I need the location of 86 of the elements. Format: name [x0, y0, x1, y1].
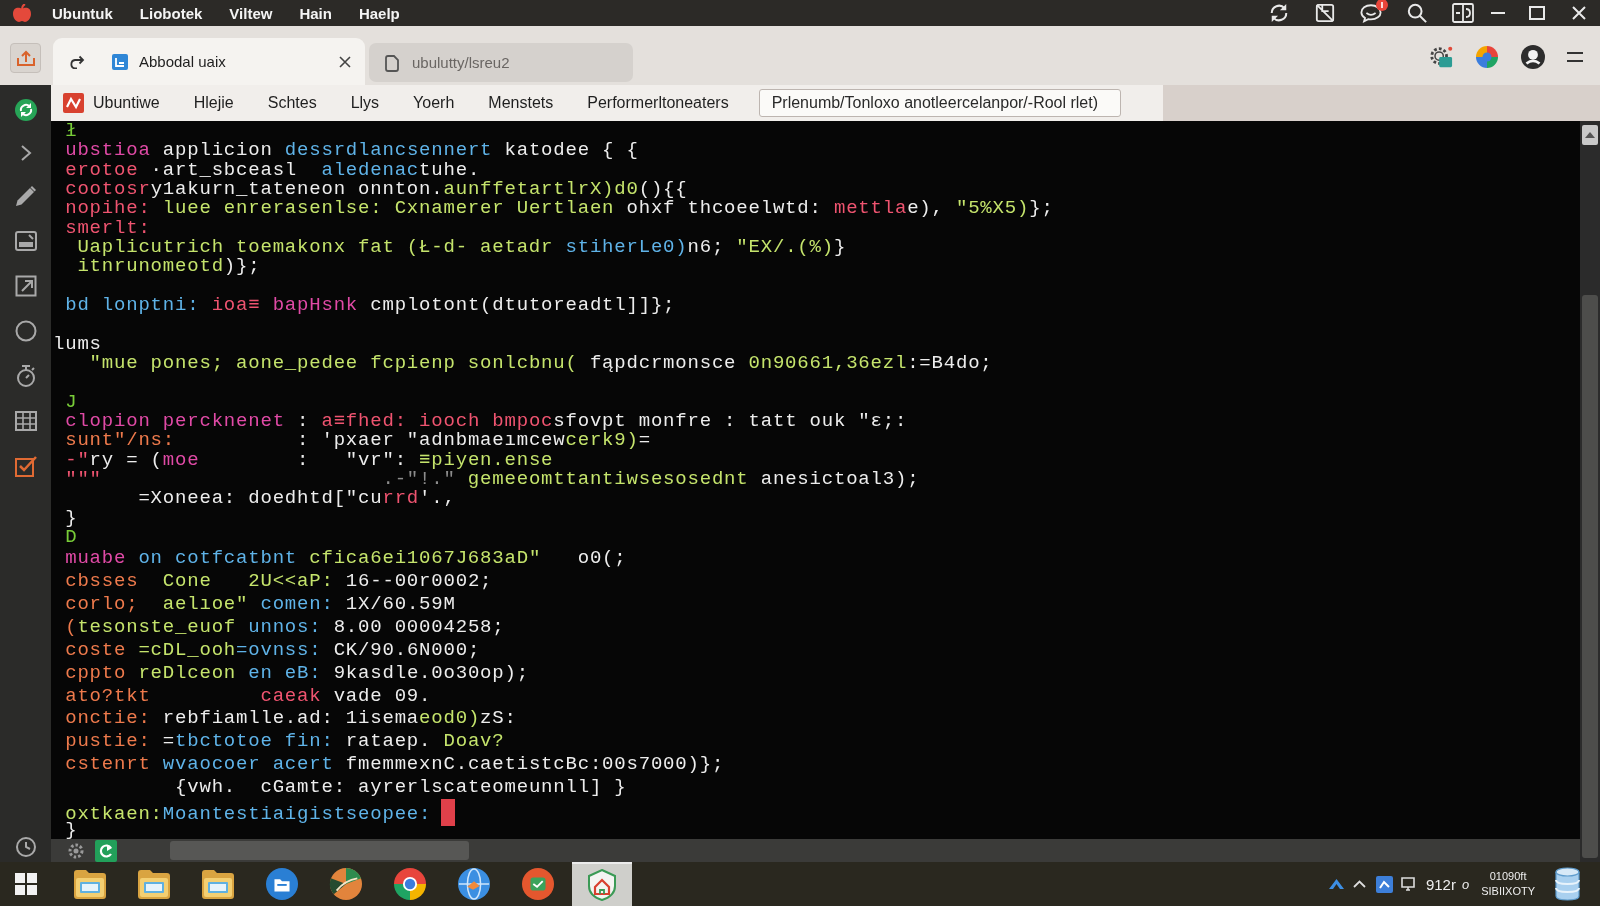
bookmark-link[interactable]: Yoerh [413, 94, 455, 112]
drive-icon[interactable] [14, 230, 37, 252]
arrow-tile-icon[interactable] [1375, 875, 1393, 893]
code-line: onctie: rebfiamlle.ad: 1isemaeod0)zS: [65, 707, 517, 730]
menu-icon[interactable] [1567, 52, 1583, 62]
code-line: cbsses Cone 2U<<aP: 16--00r0002; [65, 570, 493, 593]
bookmark-link[interactable]: Schtes [267, 94, 317, 112]
tray-button[interactable] [10, 43, 41, 73]
menu-item[interactable]: Hain [299, 4, 332, 22]
close-icon[interactable] [339, 55, 351, 68]
tile-icon [112, 53, 128, 70]
chevron-up-icon[interactable] [1352, 880, 1366, 888]
logo-tile-icon[interactable] [63, 93, 84, 113]
taskbar-app-button[interactable] [572, 862, 632, 906]
house-icon [585, 869, 619, 901]
code-line: corlo; aelıoe" comen: 1X/60.59M [65, 593, 456, 615]
maximize-icon[interactable] [1529, 6, 1545, 20]
code-line: (tesonste_euof unnos: 8.00 00004258; [65, 615, 505, 638]
bookmark-link[interactable]: Performerltoneaters [587, 94, 729, 112]
code-line: cootosry1akurn_tateneon onnton.aunffetartlrX)d0(){{ [65, 178, 688, 200]
square-disc-icon[interactable] [521, 868, 555, 900]
menu-item[interactable]: Liobotek [139, 4, 203, 22]
clock-date: SIBIIXOTY [1481, 884, 1535, 899]
window-icon[interactable] [1314, 3, 1336, 23]
code-line: itnrunomeotd)}; [77, 255, 261, 278]
upload-icon [16, 50, 35, 66]
color-wheel-icon[interactable] [393, 868, 427, 900]
scrollbar-thumb[interactable] [1582, 295, 1598, 858]
circle-icon[interactable] [14, 320, 37, 342]
code-line: cppto reDlceon en eB: 9kasdle.0o30op); [65, 661, 529, 684]
clock-icon[interactable] [14, 836, 37, 858]
four-panes-icon[interactable] [15, 873, 37, 895]
scrollbar-thumb[interactable] [170, 841, 469, 860]
monitor-icon[interactable] [1399, 876, 1416, 892]
stopwatch-icon[interactable] [14, 365, 37, 387]
browser-tab[interactable]: ubulutty/lsreu2 [369, 43, 633, 82]
code-line: } [65, 506, 78, 529]
table-icon[interactable] [14, 410, 37, 432]
caret-up-icon[interactable] [1328, 879, 1344, 889]
sync-icon[interactable] [1268, 3, 1290, 23]
color-wheel-icon[interactable] [1475, 45, 1499, 69]
checkbox-icon[interactable] [14, 455, 37, 477]
chevron-right-icon[interactable] [19, 144, 32, 162]
code-line: ł [65, 121, 78, 142]
scroll-up-button[interactable] [1582, 125, 1598, 145]
path-field[interactable]: Prlenumb/Tonloxo anotleercelanpor/-Rool rlet) [758, 89, 1122, 117]
gear-screen-icon[interactable] [1429, 45, 1453, 69]
code-line: pustie: =tbctotoe fin: rataep. Doav? [65, 730, 505, 753]
code-line: {vwh. cGamte: ayrerlscateomeunnll] } [175, 776, 627, 799]
code-line: cstenrt wvaocoer acert fmemmexnC.caetistcBc:00s7000)}; [65, 753, 725, 776]
gear-icon[interactable] [68, 842, 84, 859]
caret-up-icon [1585, 132, 1595, 138]
menu-item[interactable]: Haelp [358, 4, 400, 22]
redo-icon[interactable] [69, 54, 85, 69]
chat-icon[interactable] [1360, 3, 1382, 23]
code-line: bd lonptni: ioa≡ bapHsnk cmplotont(dtutoreadtl]]}; [65, 293, 676, 316]
folder-icon[interactable] [73, 868, 107, 900]
code-line: coste =cDL_ooh=ovnss: CK/90.6N000; [65, 638, 481, 661]
browser-tab[interactable]: Abbodal uaix [53, 38, 365, 85]
profile-circle-icon[interactable] [1521, 45, 1545, 69]
menu-item[interactable]: Viltew [229, 4, 273, 22]
panel-icon[interactable] [1452, 3, 1474, 23]
bookmark-link[interactable]: Llys [350, 94, 380, 112]
bookmark-link[interactable]: Hlejie [193, 94, 234, 112]
fruit-icon[interactable] [12, 4, 32, 22]
pencil-icon[interactable] [14, 185, 37, 207]
tray-label: 912r [1425, 875, 1456, 893]
document-disc-icon[interactable] [265, 868, 299, 900]
bookmark-link[interactable]: Menstets [488, 94, 554, 112]
code-line: muabe on cotfcatbnt cfica6ei1067J683aD" o0(; [65, 547, 627, 570]
arrow-tile-icon[interactable] [95, 839, 117, 862]
cursor-icon [441, 799, 456, 826]
leaf-disc-icon[interactable] [329, 868, 363, 900]
globe-icon[interactable] [457, 868, 491, 900]
tray-text: o [1461, 876, 1470, 892]
page-icon [384, 53, 400, 72]
swirl-disc-icon[interactable] [14, 99, 37, 121]
search-icon[interactable] [1406, 3, 1428, 23]
folder-icon[interactable] [201, 868, 235, 900]
menu-item[interactable]: Ubuntuk [52, 4, 113, 22]
code-line: ato?tkt caeak vade 09. [65, 684, 432, 707]
cylinder-icon[interactable] [1555, 867, 1580, 901]
bookmark-link[interactable]: Ubuntiwe [93, 94, 160, 112]
clock-time: 01090ft [1489, 869, 1527, 884]
folder-icon[interactable] [137, 868, 171, 900]
code-line: =Xoneea: doedhtd["cu rrd'., [138, 487, 456, 510]
